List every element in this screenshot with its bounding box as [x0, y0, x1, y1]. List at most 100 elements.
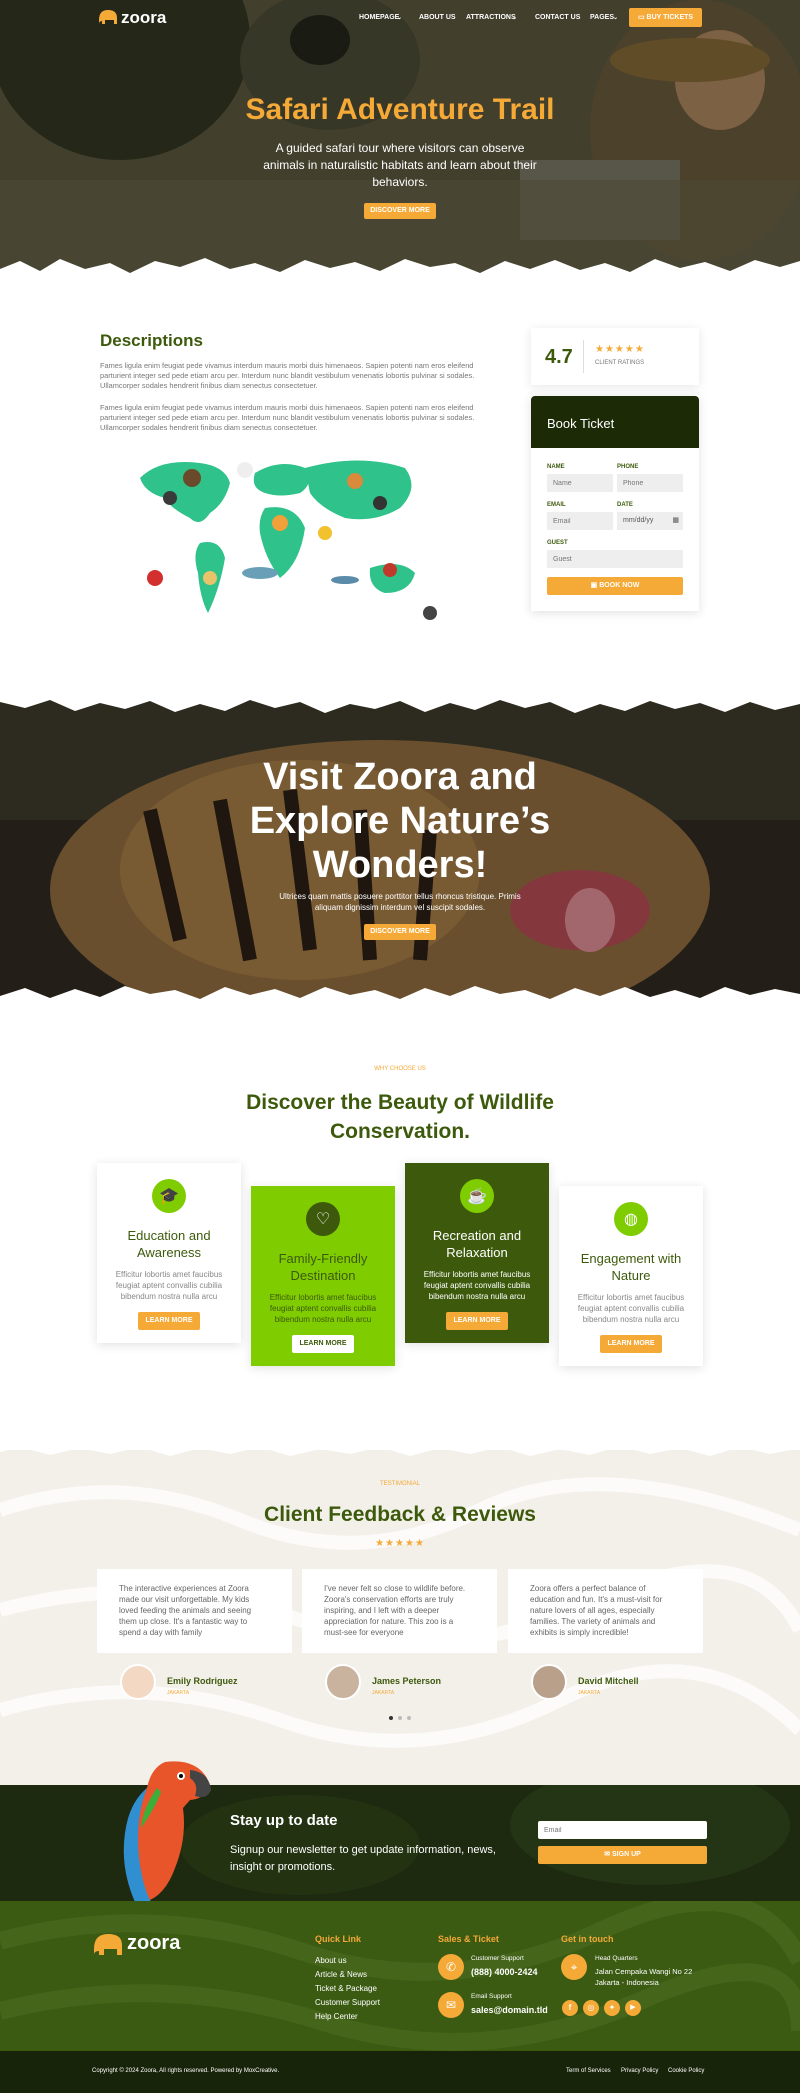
descriptions-title: Descriptions	[100, 331, 203, 350]
nav-homepage[interactable]: HOMEPAGE	[359, 14, 399, 21]
get-in-touch-title: Get in touch	[561, 1934, 614, 1944]
card-family: ♡ Family-Friendly Destination Efficitur l…	[251, 1186, 395, 1366]
guest-input[interactable]	[547, 550, 683, 568]
youtube-icon[interactable]: ▶	[625, 2000, 641, 2016]
chevron-down-icon: ⌄	[512, 15, 518, 21]
mail-icon: ✉	[438, 1992, 464, 2018]
testimonial-title: Client Feedback & Reviews	[264, 1503, 536, 1526]
support-phone[interactable]: (888) 4000-2424	[471, 1967, 538, 1977]
testimonial-city: JAKARTA	[372, 1690, 395, 1696]
rating-card: 4.7 ★★★★★ CLIENT RATINGS	[531, 328, 699, 385]
mail-icon: ✉	[604, 1851, 611, 1858]
world-map-illustration	[140, 460, 437, 620]
top-navigation: zoora HOMEPAGE ⌄ ABOUT US ATTRACTIONS ⌄ …	[0, 0, 800, 36]
visit-discover-button[interactable]: DISCOVER MORE	[364, 924, 436, 940]
learn-more-button[interactable]: LEARN MORE	[292, 1335, 354, 1353]
hero-subtitle: A guided safari tour where visitors can …	[263, 141, 537, 189]
brand-name[interactable]: zoora	[121, 8, 166, 28]
book-ticket-title: Book Ticket	[547, 416, 615, 431]
privacy-link[interactable]: Privacy Policy	[621, 2068, 658, 2074]
testimonial-name: James Peterson	[372, 1676, 442, 1686]
card-text: Efficitur lobortis amet faucibus feugiat…	[577, 1293, 685, 1324]
carousel-dot[interactable]	[398, 1716, 402, 1720]
testimonial-card: The interactive experiences at Zoora mad…	[97, 1569, 292, 1653]
terms-link[interactable]: Term of Services	[566, 2068, 611, 2074]
avatar	[120, 1664, 156, 1700]
footer-link-help[interactable]: Help Center	[315, 2012, 358, 2021]
visit-torn-edge-bottom	[0, 986, 800, 1004]
email-label: EMAIL	[547, 502, 566, 508]
calendar-icon[interactable]: ▦	[672, 516, 679, 524]
instagram-icon[interactable]: ◎	[583, 2000, 599, 2016]
book-ticket-card: Book Ticket NAME PHONE EMAIL DATE mm/dd/…	[531, 396, 699, 611]
card-title: Family-Friendly Destination	[278, 1251, 368, 1283]
newsletter-title: Stay up to date	[230, 1812, 338, 1829]
visit-title: Visit Zoora and Explore Nature’s Wonders…	[249, 756, 551, 886]
hero-discover-button[interactable]: DISCOVER MORE	[364, 203, 436, 219]
learn-more-button[interactable]: LEARN MORE	[446, 1312, 508, 1330]
nav-about-us[interactable]: ABOUT US	[419, 14, 456, 21]
card-engagement: ◍ Engagement with Nature Efficitur lobort…	[559, 1186, 703, 1366]
phone-input[interactable]	[617, 474, 683, 492]
twitter-icon[interactable]: ✦	[604, 2000, 620, 2016]
support-label: Customer Support	[471, 1955, 524, 1962]
footer-link-article[interactable]: Article & News	[315, 1970, 367, 1979]
carousel-dot[interactable]	[389, 1716, 393, 1720]
parrot-illustration	[123, 1761, 211, 1902]
location-pin-icon: ⌖	[561, 1954, 587, 1980]
copyright-text: Copyright © 2024 Zoora, All rights reser…	[92, 2068, 280, 2074]
nav-attractions[interactable]: ATTRACTIONS	[466, 14, 516, 21]
quick-link-title: Quick Link	[315, 1934, 362, 1944]
elephant-logo-icon[interactable]	[97, 8, 119, 26]
book-now-button[interactable]: ▣ BOOK NOW	[547, 577, 683, 595]
learn-more-button[interactable]: LEARN MORE	[138, 1312, 200, 1330]
name-label: NAME	[547, 464, 565, 470]
footer-zebra-pattern	[0, 1901, 800, 2051]
globe-icon: ◍	[614, 1202, 648, 1236]
learn-more-button[interactable]: LEARN MORE	[600, 1335, 662, 1353]
email-input[interactable]	[547, 512, 613, 530]
email-support-label: Email Support	[471, 1993, 512, 2000]
why-eyebrow: WHY CHOOSE US	[374, 1066, 426, 1072]
phone-label: PHONE	[617, 464, 639, 470]
rating-label: CLIENT RATINGS	[595, 360, 645, 366]
ticket-icon: ▭	[637, 14, 645, 21]
buy-tickets-button[interactable]: ▭ BUY TICKETS	[629, 8, 702, 27]
hero-torn-edge	[0, 258, 800, 287]
phone-icon: ✆	[438, 1954, 464, 1980]
carousel-dot[interactable]	[407, 1716, 411, 1720]
testimonial-eyebrow: TESTIMONIAL	[379, 1481, 420, 1487]
hand-heart-icon: ♡	[306, 1202, 340, 1236]
name-input[interactable]	[547, 474, 613, 492]
hero-title: Safari Adventure Trail	[245, 93, 555, 126]
card-education: 🎓 Education and Awareness Efficitur lobor…	[97, 1163, 241, 1343]
footer-link-ticket[interactable]: Ticket & Package	[315, 1984, 377, 1993]
sales-ticket-title: Sales & Ticket	[438, 1934, 499, 1944]
chevron-down-icon: ⌄	[397, 15, 403, 21]
testimonial-name: Emily Rodriguez	[167, 1676, 238, 1686]
testimonial-city: JAKARTA	[578, 1690, 601, 1696]
date-label: DATE	[617, 502, 633, 508]
card-text: Efficitur lobortis amet faucibus feugiat…	[423, 1270, 531, 1301]
sign-up-button[interactable]: ✉ SIGN UP	[538, 1846, 707, 1864]
guest-label: GUEST	[547, 540, 568, 546]
nav-pages[interactable]: PAGES	[590, 14, 614, 21]
support-email[interactable]: sales@domain.tld	[471, 2005, 548, 2015]
card-text: Efficitur lobortis amet faucibus feugiat…	[269, 1293, 377, 1324]
hq-address-line2: Jakarta - Indonesia	[595, 1978, 659, 1987]
newsletter-email-input[interactable]	[538, 1821, 707, 1839]
footer-brand-name[interactable]: zoora	[127, 1932, 180, 1955]
testimonial-stars-icon: ★★★★★	[375, 1538, 425, 1549]
rating-divider	[583, 340, 584, 373]
card-recreation: ☕ Recreation and Relaxation Efficitur lob…	[405, 1163, 549, 1343]
elephant-logo-icon[interactable]	[92, 1931, 124, 1957]
footer-link-about[interactable]: About us	[315, 1956, 347, 1965]
testimonial-card: Zoora offers a perfect balance of educat…	[508, 1569, 703, 1653]
facebook-icon[interactable]: f	[562, 2000, 578, 2016]
cookie-link[interactable]: Cookie Policy	[668, 2068, 704, 2074]
card-text: Efficitur lobortis amet faucibus feugiat…	[115, 1270, 223, 1301]
date-input[interactable]: mm/dd/yy ▦	[617, 512, 683, 530]
footer	[0, 1901, 800, 2093]
footer-link-support[interactable]: Customer Support	[315, 1998, 380, 2007]
nav-contact-us[interactable]: CONTACT US	[535, 14, 580, 21]
